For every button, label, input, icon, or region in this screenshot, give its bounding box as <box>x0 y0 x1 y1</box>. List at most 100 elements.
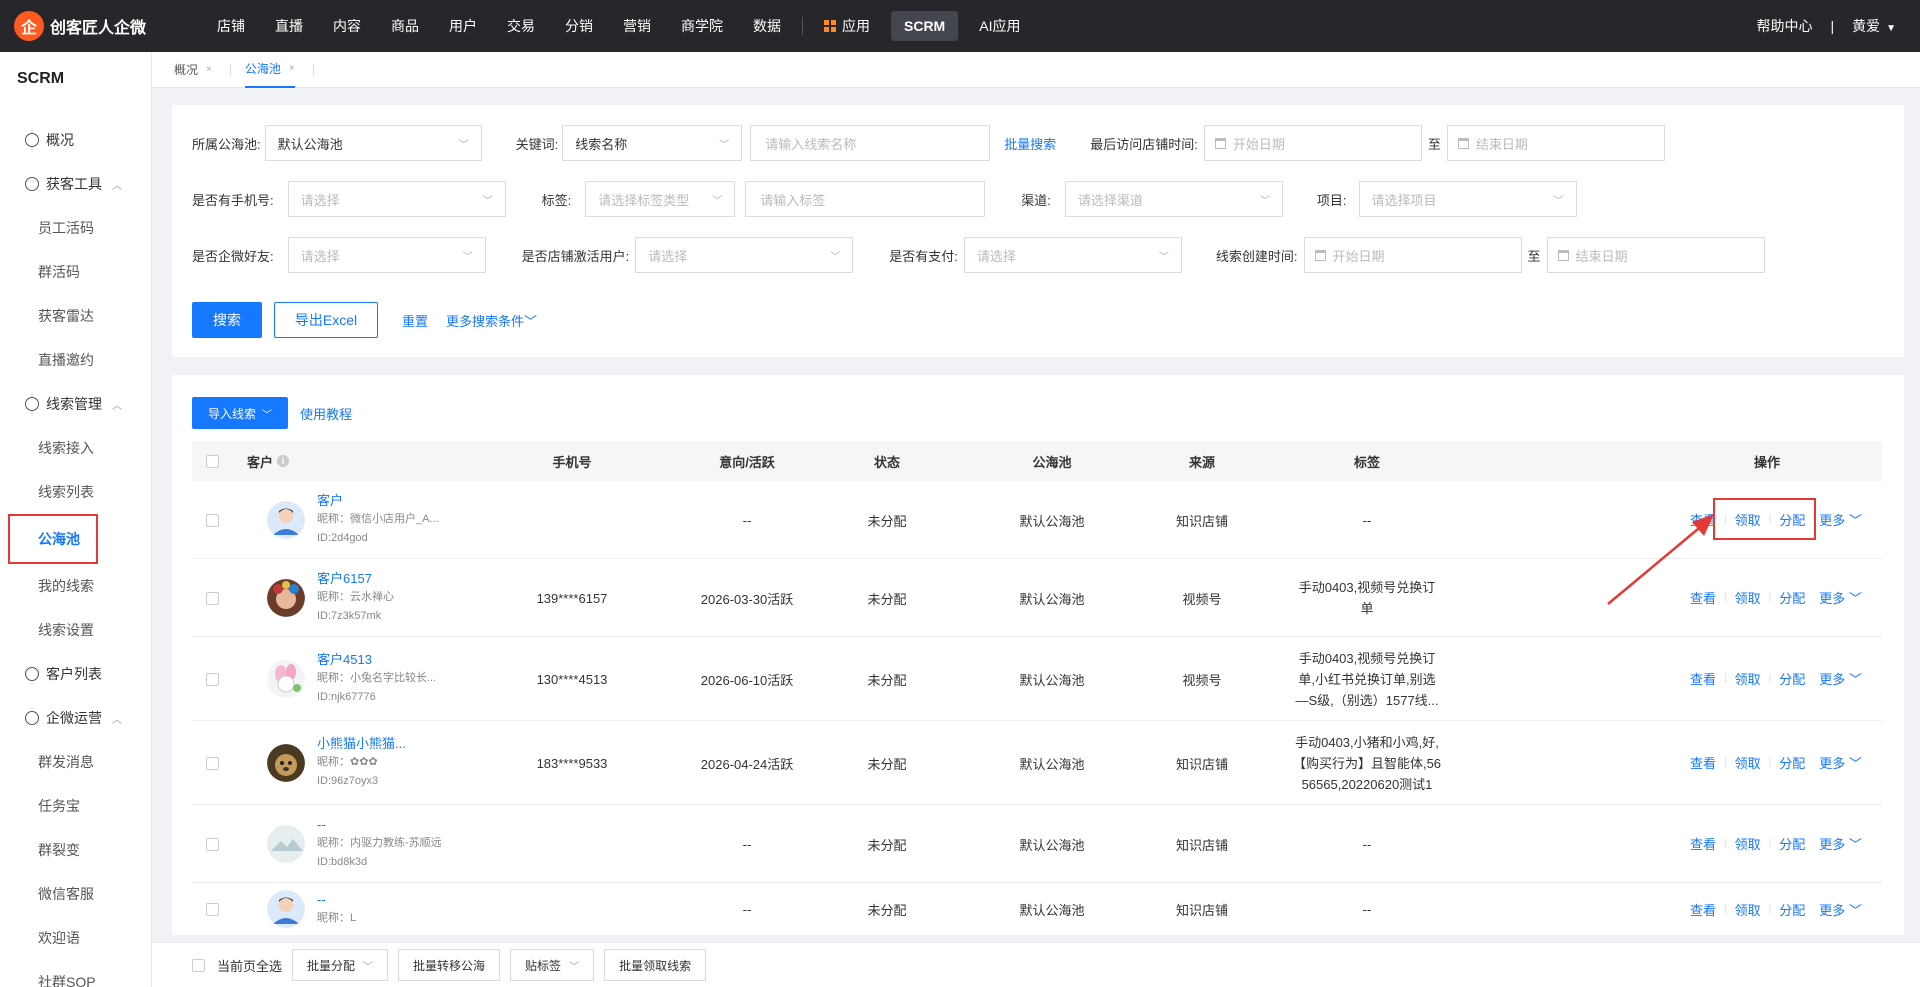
row-checkbox[interactable] <box>205 837 219 851</box>
sidebar-group-leads[interactable]: 线索管理 ︿ <box>0 382 151 426</box>
batch-assign-button[interactable]: 批量分配 ﹀ <box>292 949 389 981</box>
sidebar-item-lead-list[interactable]: 线索列表 <box>0 470 151 514</box>
last-visit-end-date[interactable]: 结束日期 <box>1446 125 1665 161</box>
batch-claim-button[interactable]: 批量领取线索 <box>604 949 707 981</box>
sidebar-item-customer-list[interactable]: 客户列表 <box>0 652 151 696</box>
nav-item-distribution[interactable]: 分销 <box>550 0 608 52</box>
project-select[interactable]: 请选择项目 ﹀ <box>1358 181 1577 217</box>
sidebar-item-staff-qrcode[interactable]: 员工活码 <box>0 206 151 250</box>
select-page-checkbox[interactable]: 当前页全选 <box>192 956 282 975</box>
customer-name-link[interactable]: 客户 <box>317 491 439 510</box>
view-link[interactable]: 查看 <box>1690 669 1716 688</box>
tag-input[interactable]: 请输入标签 <box>745 181 986 217</box>
sidebar-item-task-treasure[interactable]: 任务宝 <box>0 784 151 828</box>
sidebar-item-overview[interactable]: 概况 <box>0 118 151 162</box>
search-button[interactable]: 搜索 <box>192 302 262 338</box>
batch-transfer-button[interactable]: 批量转移公海 <box>398 949 501 981</box>
checkbox[interactable] <box>192 958 205 972</box>
wechat-friend-select[interactable]: 请选择 ﹀ <box>287 237 486 273</box>
nav-item-marketing[interactable]: 营销 <box>608 0 666 52</box>
sidebar-group-wecom-ops[interactable]: 企微运营 ︿ <box>0 696 151 740</box>
row-checkbox[interactable] <box>205 902 219 916</box>
nav-item-apps[interactable]: 应用 <box>809 0 885 52</box>
nav-item-trade[interactable]: 交易 <box>492 0 550 52</box>
nav-item-products[interactable]: 商品 <box>376 0 434 52</box>
more-dropdown[interactable]: 更多 ﹀ <box>1819 834 1862 853</box>
more-dropdown[interactable]: 更多 ﹀ <box>1819 510 1862 529</box>
customer-name-link[interactable]: 客户4513 <box>317 650 436 669</box>
more-dropdown[interactable]: 更多 ﹀ <box>1819 669 1862 688</box>
activated-select[interactable]: 请选择 ﹀ <box>635 237 854 273</box>
assign-link[interactable]: 分配 <box>1779 753 1805 772</box>
tag-type-select[interactable]: 请选择标签类型 ﹀ <box>585 181 736 217</box>
sidebar-item-public-pool[interactable]: 公海池 <box>8 514 98 564</box>
view-link[interactable]: 查看 <box>1690 753 1716 772</box>
more-dropdown[interactable]: 更多 ﹀ <box>1819 753 1862 772</box>
tutorial-link[interactable]: 使用教程 <box>300 404 352 423</box>
claim-link[interactable]: 领取 <box>1735 669 1761 688</box>
sidebar-item-my-leads[interactable]: 我的线索 <box>0 564 151 608</box>
row-checkbox[interactable] <box>205 756 219 770</box>
close-icon[interactable]: × <box>206 64 212 75</box>
row-checkbox[interactable] <box>205 672 219 686</box>
sidebar-group-acquisition[interactable]: 获客工具 ︿ <box>0 162 151 206</box>
add-tag-button[interactable]: 贴标签 ﹀ <box>510 949 595 981</box>
view-link[interactable]: 查看 <box>1690 834 1716 853</box>
created-start-date[interactable]: 开始日期 <box>1303 237 1522 273</box>
sidebar-item-mass-message[interactable]: 群发消息 <box>0 740 151 784</box>
claim-link[interactable]: 领取 <box>1735 588 1761 607</box>
nav-item-users[interactable]: 用户 <box>434 0 492 52</box>
brand-logo[interactable]: 企 创客匠人企微 <box>14 11 184 41</box>
assign-link[interactable]: 分配 <box>1779 669 1805 688</box>
claim-link[interactable]: 领取 <box>1735 753 1761 772</box>
more-dropdown[interactable]: 更多 ﹀ <box>1819 588 1862 607</box>
assign-link[interactable]: 分配 <box>1779 834 1805 853</box>
user-menu[interactable]: 黄爱 ▼ <box>1852 16 1896 36</box>
created-end-date[interactable]: 结束日期 <box>1546 237 1765 273</box>
reset-link[interactable]: 重置 <box>402 311 428 330</box>
tab-overview[interactable]: 概况 × <box>174 61 212 78</box>
nav-item-ai-apps[interactable]: AI应用 <box>964 0 1035 52</box>
customer-name-link[interactable]: 客户6157 <box>317 569 394 588</box>
claim-link[interactable]: 领取 <box>1735 834 1761 853</box>
import-leads-button[interactable]: 导入线索 ﹀ <box>192 397 288 429</box>
customer-name-link[interactable]: 小熊猫小熊猫... <box>317 734 406 753</box>
nav-item-scrm[interactable]: SCRM <box>891 11 959 41</box>
sidebar-item-radar[interactable]: 获客雷达 <box>0 294 151 338</box>
sidebar-item-group-qrcode[interactable]: 群活码 <box>0 250 151 294</box>
keyword-input[interactable]: 请输入线索名称 <box>750 125 991 161</box>
sidebar-item-lead-import[interactable]: 线索接入 <box>0 426 151 470</box>
sidebar-item-group-fission[interactable]: 群裂变 <box>0 828 151 872</box>
sidebar-item-lead-settings[interactable]: 线索设置 <box>0 608 151 652</box>
select-all-checkbox[interactable] <box>205 454 219 468</box>
info-icon[interactable]: i <box>277 455 290 467</box>
row-checkbox[interactable] <box>205 513 219 527</box>
sidebar-item-wechat-cs[interactable]: 微信客服 <box>0 872 151 916</box>
more-dropdown[interactable]: 更多 ﹀ <box>1819 900 1862 919</box>
nav-item-store[interactable]: 店铺 <box>202 0 260 52</box>
assign-link[interactable]: 分配 <box>1779 588 1805 607</box>
sidebar-item-live-invite[interactable]: 直播邀约 <box>0 338 151 382</box>
phone-select[interactable]: 请选择 ﹀ <box>287 181 506 217</box>
last-visit-start-date[interactable]: 开始日期 <box>1203 125 1422 161</box>
claim-link[interactable]: 领取 <box>1735 900 1761 919</box>
channel-select[interactable]: 请选择渠道 ﹀ <box>1064 181 1283 217</box>
help-center-link[interactable]: 帮助中心 <box>1756 16 1812 36</box>
nav-item-data[interactable]: 数据 <box>738 0 796 52</box>
keyword-type-select[interactable]: 线索名称 ﹀ <box>562 125 743 161</box>
nav-item-content[interactable]: 内容 <box>318 0 376 52</box>
sidebar-item-welcome[interactable]: 欢迎语 <box>0 916 151 960</box>
tab-public-pool[interactable]: 公海池 × <box>244 52 295 88</box>
batch-search-link[interactable]: 批量搜索 <box>1004 134 1056 153</box>
close-icon[interactable]: × <box>289 52 295 86</box>
paid-select[interactable]: 请选择 ﹀ <box>963 237 1182 273</box>
customer-name-link[interactable]: -- <box>317 890 356 909</box>
view-link[interactable]: 查看 <box>1690 900 1716 919</box>
row-checkbox[interactable] <box>205 591 219 605</box>
assign-link[interactable]: 分配 <box>1779 900 1805 919</box>
nav-item-live[interactable]: 直播 <box>260 0 318 52</box>
pool-select[interactable]: 默认公海池 ﹀ <box>264 125 482 161</box>
more-conditions-link[interactable]: 更多搜索条件﹀ <box>446 311 537 330</box>
sidebar-item-community-sop[interactable]: 社群SOP <box>0 960 151 987</box>
customer-name-link[interactable]: -- <box>317 815 442 834</box>
